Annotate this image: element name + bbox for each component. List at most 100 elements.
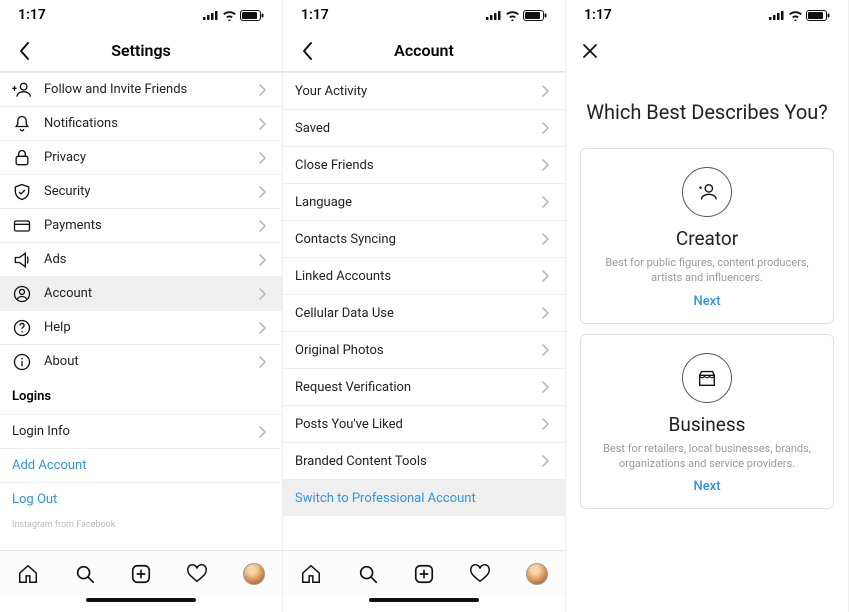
tab-activity[interactable] — [183, 560, 211, 588]
chevron-right-icon — [537, 157, 553, 173]
heart-icon — [186, 563, 208, 585]
row-language[interactable]: Language — [283, 183, 565, 220]
chevron-right-icon — [254, 320, 270, 336]
row-contacts-syncing[interactable]: Contacts Syncing — [283, 220, 565, 257]
row-label: Branded Content Tools — [295, 454, 427, 469]
tab-profile[interactable] — [523, 560, 551, 588]
account-body: Your ActivitySavedClose FriendsLanguage C… — [283, 72, 565, 550]
question-heading: Which Best Describes You? — [566, 72, 848, 138]
wifi-icon — [788, 10, 803, 21]
row-login-info[interactable]: Login Info — [0, 414, 282, 448]
row-payments[interactable]: Payments — [0, 208, 282, 242]
row-label: Contacts Syncing — [295, 232, 396, 247]
tab-new[interactable] — [410, 560, 438, 588]
plus-square-icon — [413, 563, 435, 585]
notifications-icon — [12, 114, 32, 134]
tab-search[interactable] — [71, 560, 99, 588]
row-add-account[interactable]: Add Account — [0, 448, 282, 482]
card-desc: Best for retailers, local businesses, br… — [595, 442, 819, 472]
row-label: Privacy — [44, 150, 86, 165]
status-time: 1:17 — [301, 7, 329, 23]
row-original-photos[interactable]: Original Photos — [283, 331, 565, 368]
row-label: Cellular Data Use — [295, 306, 394, 321]
row-privacy[interactable]: Privacy — [0, 140, 282, 174]
tab-home[interactable] — [14, 560, 42, 588]
tab-new[interactable] — [127, 560, 155, 588]
row-account[interactable]: Account — [0, 276, 282, 310]
row-saved[interactable]: Saved — [283, 109, 565, 146]
card-title: Business — [595, 413, 819, 436]
row-notifications[interactable]: Notifications — [0, 106, 282, 140]
row-help[interactable]: Help — [0, 310, 282, 344]
chevron-right-icon — [254, 184, 270, 200]
card-next-link[interactable]: Next — [595, 294, 819, 309]
row-linked-accounts[interactable]: Linked Accounts — [283, 257, 565, 294]
row-close-friends[interactable]: Close Friends — [283, 146, 565, 183]
ads-icon — [12, 250, 32, 270]
tab-profile[interactable] — [240, 560, 268, 588]
row-ads[interactable]: Ads — [0, 242, 282, 276]
search-icon — [74, 563, 96, 585]
row-about[interactable]: About — [0, 344, 282, 378]
status-icons — [203, 10, 264, 21]
chevron-left-icon — [18, 41, 30, 61]
row-your-activity[interactable]: Your Activity — [283, 72, 565, 109]
chevron-right-icon — [254, 252, 270, 268]
row-label: Account — [44, 286, 92, 301]
battery-icon — [240, 10, 264, 21]
logins-header: Logins — [0, 378, 282, 414]
row-security[interactable]: Security — [0, 174, 282, 208]
plus-square-icon — [130, 563, 152, 585]
home-indicator — [283, 596, 565, 612]
row-follow-invite[interactable]: Follow and Invite Friends — [0, 72, 282, 106]
close-button[interactable] — [576, 37, 604, 65]
battery-icon — [806, 10, 830, 21]
tab-home[interactable] — [297, 560, 325, 588]
row-cellular-data-use[interactable]: Cellular Data Use — [283, 294, 565, 331]
business-icon — [682, 353, 732, 403]
home-icon — [17, 563, 39, 585]
card-next-link[interactable]: Next — [595, 479, 819, 494]
row-label: Payments — [44, 218, 102, 233]
signal-icon — [203, 10, 219, 20]
back-button[interactable] — [10, 37, 38, 65]
chevron-right-icon — [537, 416, 553, 432]
chevron-right-icon — [254, 286, 270, 302]
follow-invite-icon — [12, 80, 32, 100]
row-request-verification[interactable]: Request Verification — [283, 368, 565, 405]
row-log-out[interactable]: Log Out — [0, 482, 282, 516]
tab-activity[interactable] — [466, 560, 494, 588]
chevron-right-icon — [537, 342, 553, 358]
row-label: Login Info — [12, 424, 70, 439]
card-creator[interactable]: CreatorBest for public figures, content … — [580, 148, 834, 324]
home-icon — [300, 563, 322, 585]
row-label: About — [44, 354, 79, 369]
status-bar: 1:17 — [283, 0, 565, 30]
row-label: Follow and Invite Friends — [44, 82, 187, 97]
settings-body: Follow and Invite Friends Notifications Pr… — [0, 72, 282, 550]
status-icons — [769, 10, 830, 21]
chevron-right-icon — [254, 116, 270, 132]
chevron-right-icon — [254, 424, 270, 440]
row-label: Linked Accounts — [295, 269, 391, 284]
security-icon — [12, 182, 32, 202]
chevron-right-icon — [537, 268, 553, 284]
status-icons — [486, 10, 547, 21]
status-time: 1:17 — [584, 7, 612, 23]
row-branded-content[interactable]: Branded Content Tools — [283, 442, 565, 479]
row-label: Help — [44, 320, 71, 335]
back-button[interactable] — [293, 37, 321, 65]
nav-header: Account — [283, 30, 565, 72]
row-label: Add Account — [12, 458, 86, 473]
chevron-right-icon — [254, 82, 270, 98]
wifi-icon — [222, 10, 237, 21]
chevron-right-icon — [537, 194, 553, 210]
privacy-icon — [12, 148, 32, 168]
card-business[interactable]: Business Best for retailers, local busine… — [580, 334, 834, 510]
row-label: Ads — [44, 252, 67, 267]
tab-bar — [283, 550, 565, 596]
screen-account: 1:17 Account Your ActivitySavedClose Fri… — [283, 0, 566, 612]
row-posts-youve-liked[interactable]: Posts You've Liked — [283, 405, 565, 442]
tab-search[interactable] — [354, 560, 382, 588]
row-switch-professional[interactable]: Switch to Professional Account — [283, 479, 565, 516]
